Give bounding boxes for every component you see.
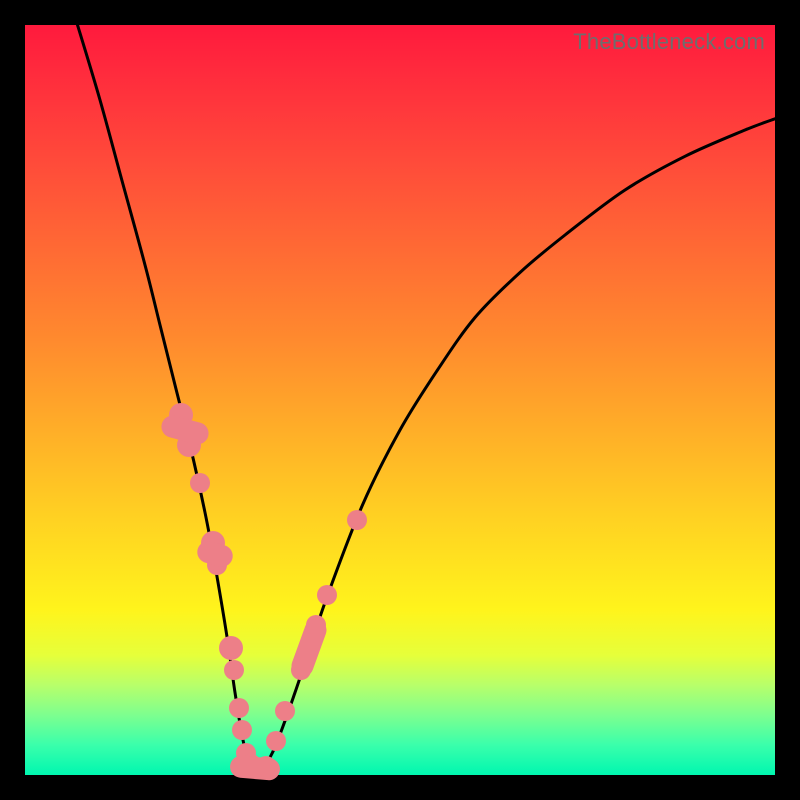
marker-dot	[219, 636, 243, 660]
marker-dot	[317, 585, 337, 605]
marker-pill	[229, 754, 281, 780]
watermark-text: TheBottleneck.com	[573, 29, 765, 55]
chart-area: TheBottleneck.com	[25, 25, 775, 775]
marker-dot	[190, 473, 210, 493]
curve-svg	[25, 25, 775, 775]
marker-dot	[224, 660, 244, 680]
marker-dot	[232, 720, 252, 740]
bottleneck-curve-path	[78, 25, 776, 773]
marker-dot	[229, 698, 249, 718]
